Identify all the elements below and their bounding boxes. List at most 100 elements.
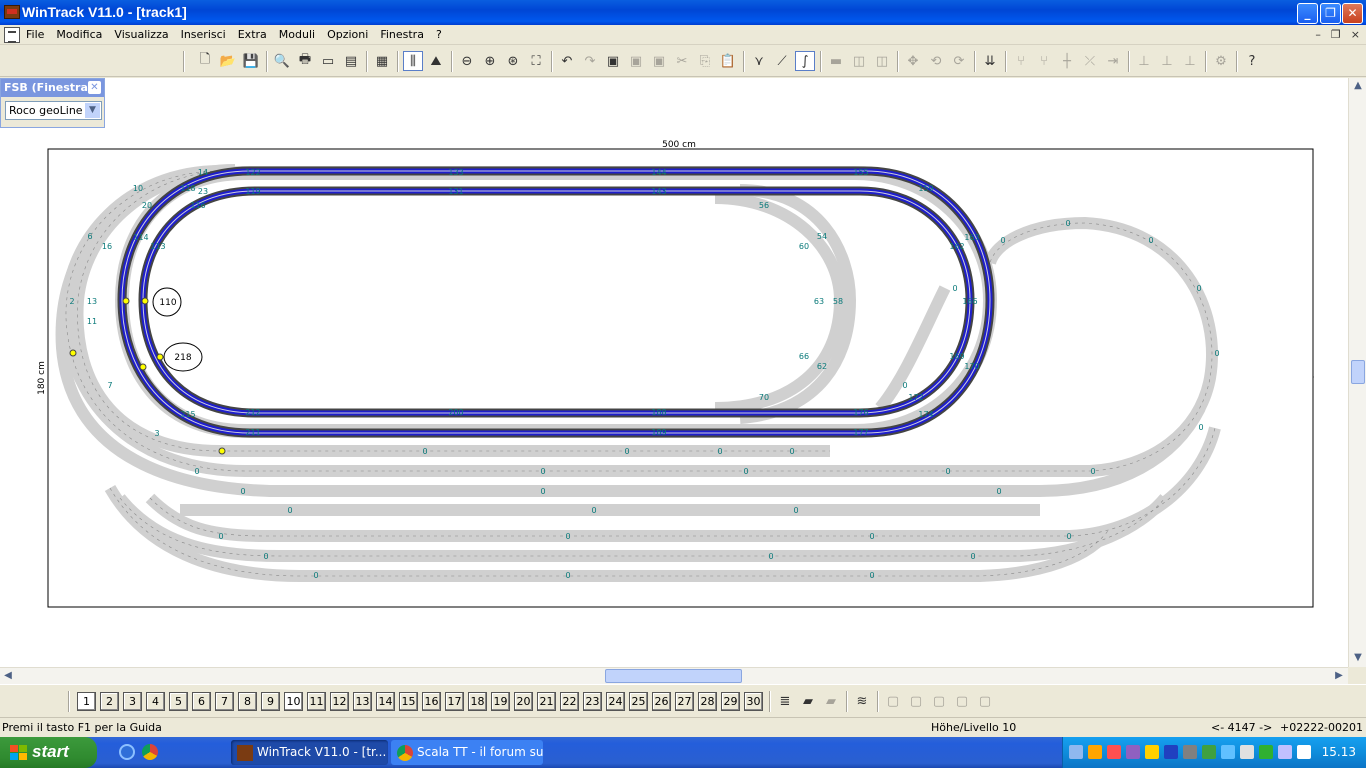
- print-setup-icon[interactable]: ▭: [318, 51, 338, 71]
- minimize-button[interactable]: _: [1297, 3, 1318, 24]
- ungroup-icon[interactable]: ◫: [872, 51, 892, 71]
- align-icon[interactable]: ▬: [826, 51, 846, 71]
- chrome-icon[interactable]: [142, 744, 158, 760]
- clock[interactable]: 15.13: [1322, 745, 1356, 759]
- restore-button[interactable]: ❐: [1320, 3, 1341, 24]
- connect-icon[interactable]: ⇥: [1103, 51, 1123, 71]
- tray-battery-icon[interactable]: [1202, 745, 1216, 759]
- layer-button-4[interactable]: 4: [146, 692, 165, 711]
- copy-icon[interactable]: ⎘: [695, 51, 715, 71]
- document-icon[interactable]: [4, 27, 20, 43]
- tray-security-icon[interactable]: [1259, 745, 1273, 759]
- layer-button-7[interactable]: 7: [215, 692, 234, 711]
- layer-button-11[interactable]: 11: [307, 692, 326, 711]
- switch-right-icon[interactable]: ⑂: [1034, 51, 1054, 71]
- zoom-window-icon[interactable]: ⊛: [503, 51, 523, 71]
- view-1-icon[interactable]: ▢: [883, 691, 903, 711]
- level-icon[interactable]: ⊥: [1180, 51, 1200, 71]
- layer-button-8[interactable]: 8: [238, 692, 257, 711]
- menu-finestra[interactable]: Finestra: [374, 28, 430, 41]
- group-icon[interactable]: ◫: [849, 51, 869, 71]
- layer-button-25[interactable]: 25: [629, 692, 648, 711]
- mdi-close-button[interactable]: ×: [1351, 28, 1360, 41]
- view-4-icon[interactable]: ▢: [952, 691, 972, 711]
- tray-monitor-icon[interactable]: [1183, 745, 1197, 759]
- crossing-icon[interactable]: ⤫: [1080, 51, 1100, 71]
- mdi-minimize-button[interactable]: –: [1315, 28, 1321, 41]
- curve-icon[interactable]: ⟋: [772, 51, 792, 71]
- rotate-icon[interactable]: ⟲: [926, 51, 946, 71]
- layer-button-29[interactable]: 29: [721, 692, 740, 711]
- drawing-canvas[interactable]: 500 cm 180 cm 110 218 122 133 144 155 21…: [0, 78, 1348, 667]
- zoom-in-icon[interactable]: ⊕: [480, 51, 500, 71]
- layer-button-2[interactable]: 2: [100, 692, 119, 711]
- scroll-right-icon[interactable]: ▶: [1331, 668, 1347, 684]
- tray-speaker-icon[interactable]: [1297, 745, 1311, 759]
- scroll-up-icon[interactable]: ▲: [1350, 78, 1366, 94]
- horizontal-scroll-thumb[interactable]: [605, 669, 742, 683]
- fsb-close-button[interactable]: ✕: [88, 81, 101, 94]
- layer-button-17[interactable]: 17: [445, 692, 464, 711]
- open-folder-icon[interactable]: 📂: [218, 51, 238, 71]
- bezier-icon[interactable]: ∫: [795, 51, 815, 71]
- layer-edit-icon[interactable]: ▰: [798, 691, 818, 711]
- save-icon[interactable]: 💾: [241, 51, 261, 71]
- menu-modifica[interactable]: Modifica: [50, 28, 108, 41]
- landscape-icon[interactable]: ⛰: [426, 51, 446, 71]
- paste-layer-icon[interactable]: ▣: [649, 51, 669, 71]
- scroll-down-icon[interactable]: ▼: [1350, 650, 1366, 666]
- help-icon[interactable]: ?: [1242, 51, 1262, 71]
- layer-button-16[interactable]: 16: [422, 692, 441, 711]
- track-system-select[interactable]: Roco geoLine H ▼: [5, 101, 102, 120]
- horizontal-scrollbar[interactable]: ◀ ▶: [0, 667, 1348, 684]
- task-chrome[interactable]: Scala TT - il forum sull...: [391, 740, 543, 765]
- parts-list-icon[interactable]: ▤: [341, 51, 361, 71]
- zoom-out-icon[interactable]: ⊖: [457, 51, 477, 71]
- straight-icon[interactable]: ┼: [1057, 51, 1077, 71]
- ie-icon[interactable]: [119, 744, 135, 760]
- flex-track-icon[interactable]: ⋎: [749, 51, 769, 71]
- close-button[interactable]: ✕: [1342, 3, 1363, 24]
- layers-icon[interactable]: ≣: [775, 691, 795, 711]
- view-3-icon[interactable]: ▢: [929, 691, 949, 711]
- start-button[interactable]: start: [0, 737, 97, 768]
- menu-extra[interactable]: Extra: [232, 28, 273, 41]
- properties-icon[interactable]: ▣: [603, 51, 623, 71]
- switch-icon[interactable]: ⑂: [1011, 51, 1031, 71]
- layer-button-20[interactable]: 20: [514, 692, 533, 711]
- layer-button-21[interactable]: 21: [537, 692, 556, 711]
- tray-device-icon[interactable]: [1126, 745, 1140, 759]
- rotate-180-icon[interactable]: ⟳: [949, 51, 969, 71]
- print-icon[interactable]: 🖶: [295, 51, 315, 71]
- layer-button-26[interactable]: 26: [652, 692, 671, 711]
- menu-file[interactable]: File: [20, 28, 50, 41]
- layer-button-27[interactable]: 27: [675, 692, 694, 711]
- layer-button-30[interactable]: 30: [744, 692, 763, 711]
- copy-layer-icon[interactable]: ▣: [626, 51, 646, 71]
- tray-bluetooth-icon[interactable]: [1164, 745, 1178, 759]
- layer-button-24[interactable]: 24: [606, 692, 625, 711]
- new-file-icon[interactable]: 🗋: [195, 51, 215, 71]
- tray-shield-icon[interactable]: [1145, 745, 1159, 759]
- layer-button-22[interactable]: 22: [560, 692, 579, 711]
- library-icon[interactable]: ▦: [372, 51, 392, 71]
- menu-moduli[interactable]: Moduli: [273, 28, 321, 41]
- scroll-left-icon[interactable]: ◀: [0, 668, 16, 684]
- menu-opzioni[interactable]: Opzioni: [321, 28, 374, 41]
- layer-button-1[interactable]: 1: [77, 692, 96, 711]
- view-5-icon[interactable]: ▢: [975, 691, 995, 711]
- tray-update-icon[interactable]: [1240, 745, 1254, 759]
- layer-button-18[interactable]: 18: [468, 692, 487, 711]
- layer-button-19[interactable]: 19: [491, 692, 510, 711]
- layer-button-9[interactable]: 9: [261, 692, 280, 711]
- view-2-icon[interactable]: ▢: [906, 691, 926, 711]
- chevron-down-icon[interactable]: ▼: [85, 103, 100, 118]
- undo-icon[interactable]: ↶: [557, 51, 577, 71]
- tray-wifi-icon[interactable]: [1221, 745, 1235, 759]
- move-icon[interactable]: ✥: [903, 51, 923, 71]
- redo-icon[interactable]: ↷: [580, 51, 600, 71]
- tray-volume-icon[interactable]: [1278, 745, 1292, 759]
- tray-app-icon[interactable]: [1088, 745, 1102, 759]
- menu-help[interactable]: ?: [430, 28, 448, 41]
- track-mode-icon[interactable]: ⫼: [403, 51, 423, 71]
